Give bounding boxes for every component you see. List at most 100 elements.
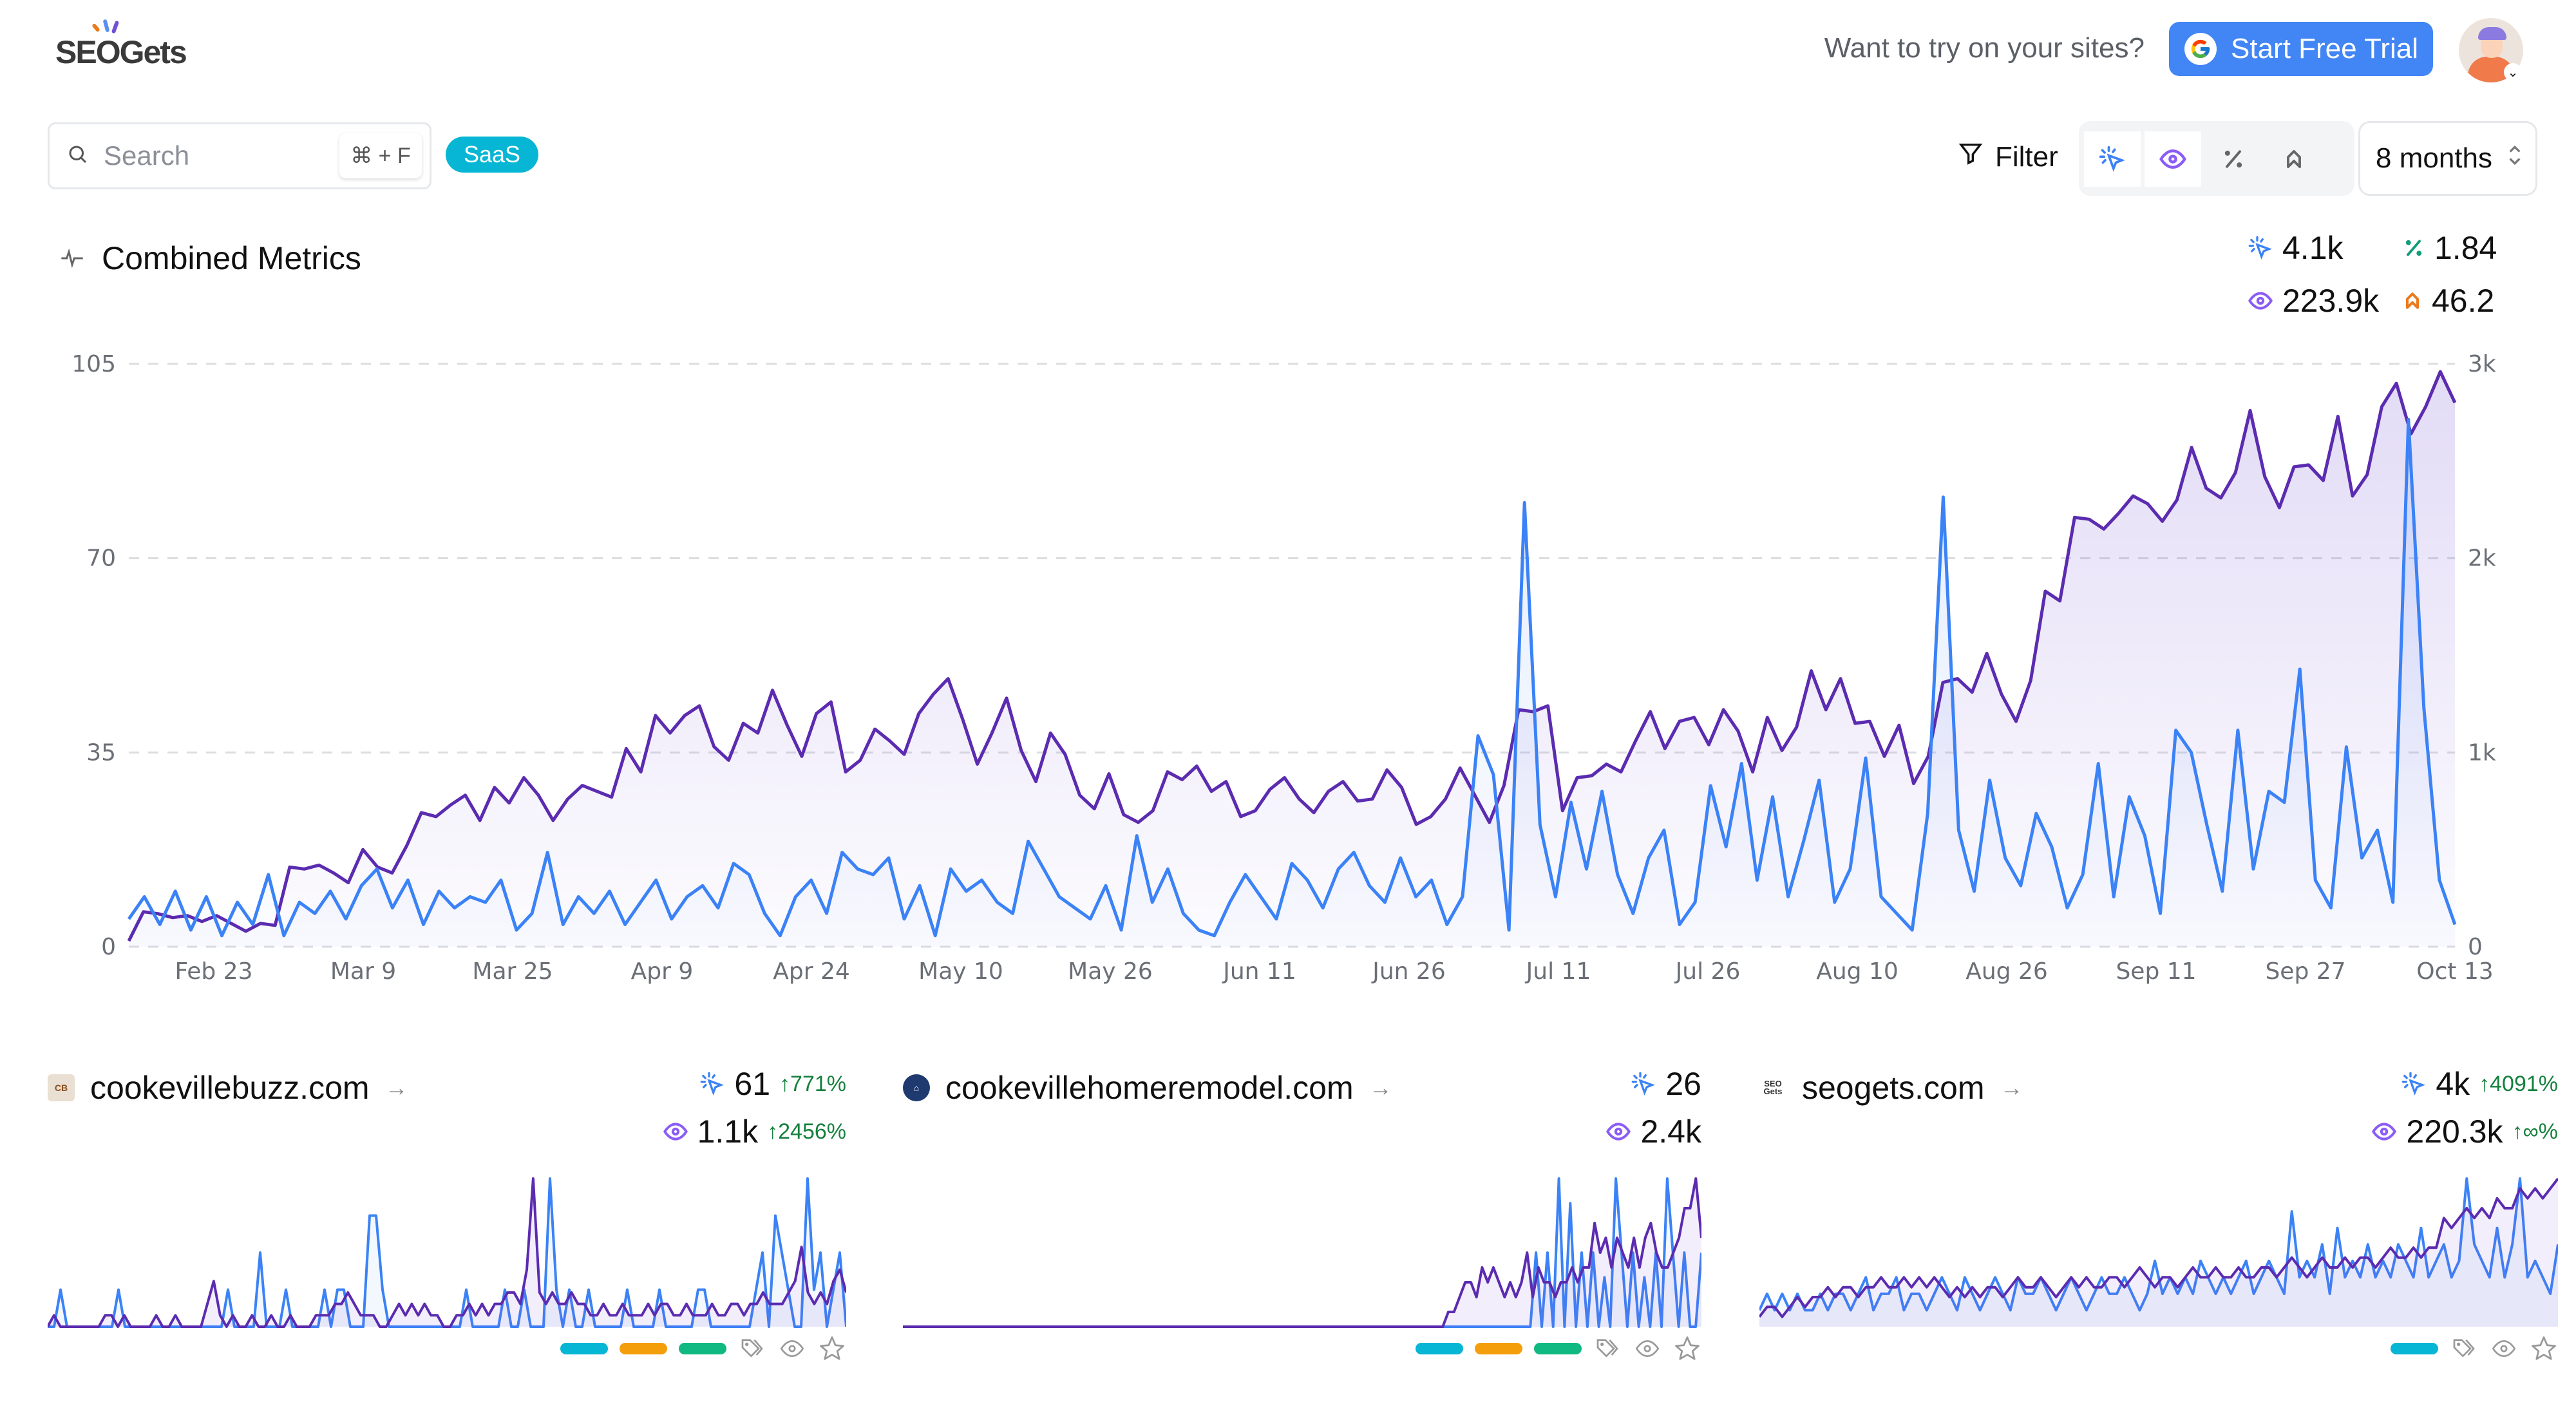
tag-pill[interactable] [1534, 1343, 1582, 1354]
pulse-icon [61, 248, 83, 269]
site-mini-chart [48, 1177, 846, 1328]
eye-icon[interactable] [2490, 1334, 2518, 1363]
start-free-trial-button[interactable]: Start Free Trial [2169, 22, 2433, 76]
y-left-tick-label: 35 [86, 739, 116, 766]
site-impressions-value: 1.1k [697, 1114, 759, 1150]
site-impressions-value: 2.4k [1640, 1114, 1701, 1150]
star-icon[interactable] [2530, 1334, 2558, 1363]
mini-impressions-line-area [1759, 1179, 2558, 1327]
y-right-tick-label: 2k [2468, 545, 2496, 572]
logo-spark-blue [102, 19, 110, 33]
x-tick-label: Aug 10 [1816, 958, 1899, 985]
stat-impressions: 223.9k [2248, 282, 2402, 319]
site-footer [560, 1334, 846, 1363]
toggle-impressions[interactable] [2145, 131, 2201, 187]
chevron-down-icon[interactable]: ⌄ [2504, 63, 2522, 81]
percent-icon [2224, 150, 2242, 168]
site-link[interactable]: ⌂ cookevillehomeremodel.com → [903, 1069, 1392, 1106]
tag-pill[interactable] [2391, 1343, 2438, 1354]
tag-pill[interactable] [1475, 1343, 1522, 1354]
site-domain: cookevillehomeremodel.com [945, 1070, 1354, 1106]
site-clicks: 61 ↑771% [699, 1065, 846, 1103]
search-placeholder: Search [104, 140, 190, 171]
chevron-up-double-icon [2406, 292, 2419, 309]
x-tick-label: Mar 25 [472, 958, 553, 985]
cursor-click-icon [2401, 1072, 2426, 1096]
stat-ctr: 1.84 [2402, 229, 2518, 267]
combined-stats: 4.1k 1.84 223.9k 46.2 [2248, 229, 2518, 319]
x-tick-label: Feb 23 [175, 958, 253, 985]
eye-icon [2159, 149, 2186, 169]
site-favicon: ⌂ [903, 1074, 930, 1101]
logo-text: SEOGets [55, 34, 187, 70]
stat-clicks-value: 4.1k [2282, 230, 2344, 266]
toggle-position[interactable] [2266, 131, 2322, 187]
site-clicks-delta: ↑771% [779, 1071, 846, 1096]
x-tick-label: Oct 13 [2416, 958, 2494, 985]
site-footer [1416, 1334, 1701, 1363]
cursor-click-icon [701, 1072, 724, 1096]
x-tick-label: Apr 9 [631, 958, 694, 985]
eye-icon[interactable] [1633, 1334, 1662, 1363]
site-link[interactable]: CB cookevillebuzz.com → [48, 1069, 408, 1106]
arrow-right-icon: → [1368, 1074, 1392, 1101]
star-icon[interactable] [818, 1334, 846, 1363]
tag-pill[interactable] [620, 1343, 667, 1354]
eye-icon [2372, 1123, 2397, 1141]
cursor-click-icon [2099, 146, 2125, 172]
seogets-logo[interactable]: SEOGets [55, 19, 204, 71]
percent-icon [2405, 240, 2422, 256]
y-left-tick-label: 0 [101, 934, 116, 960]
tag-pill[interactable] [679, 1343, 726, 1354]
x-tick-label: Mar 9 [330, 958, 396, 985]
mini-impressions-line [48, 1177, 846, 1328]
eye-icon [663, 1123, 688, 1141]
site-link[interactable]: SEO Gets seogets.com → [1759, 1069, 2023, 1106]
site-clicks: 26 [1631, 1065, 1701, 1103]
site-impressions: 2.4k [1605, 1113, 1701, 1150]
x-tick-label: Sep 11 [2116, 958, 2196, 985]
site-favicon: SEO Gets [1759, 1074, 1786, 1101]
chevron-up-down-icon [2506, 141, 2523, 176]
site-clicks-delta: ↑4091% [2479, 1071, 2558, 1096]
star-icon[interactable] [1673, 1334, 1701, 1363]
x-tick-label: Jul 11 [1525, 958, 1591, 985]
cursor-click-icon [1632, 1072, 1656, 1096]
stat-clicks: 4.1k [2248, 229, 2402, 267]
site-impressions-delta: ↑2456% [767, 1119, 846, 1144]
mini-clicks-line-area [48, 1179, 846, 1327]
stat-impressions-value: 223.9k [2282, 283, 2380, 319]
tag-pill[interactable] [1416, 1343, 1463, 1354]
y-left-tick-label: 70 [86, 545, 116, 572]
filter-button[interactable]: Filter [1958, 139, 2058, 175]
site-card: SEO Gets seogets.com → 4k ↑4091% 220.3k ↑… [1759, 1050, 2558, 1385]
site-mini-chart [903, 1177, 1701, 1328]
avatar-cap [2478, 27, 2506, 40]
tag-saas[interactable]: SaaS [446, 137, 539, 173]
x-tick-label: Jul 26 [1674, 958, 1741, 985]
site-card: CB cookevillebuzz.com → 61 ↑771% 1.1k ↑2… [48, 1050, 846, 1385]
tags-icon[interactable] [1593, 1334, 1622, 1363]
toggle-ctr[interactable] [2205, 131, 2262, 187]
site-impressions: 1.1k ↑2456% [663, 1113, 846, 1150]
combined-metrics-chart[interactable]: 0 0 35 1k 70 2k 105 3k Feb 23 Mar 9 Mar 25 Apr 9 Apr… [0, 335, 2576, 1005]
y-right-tick-label: 1k [2468, 739, 2496, 766]
site-impressions: 220.3k ↑∞% [2371, 1113, 2558, 1150]
tags-icon[interactable] [2450, 1334, 2478, 1363]
stat-position: 46.2 [2402, 282, 2518, 319]
metric-toggle-group [2079, 121, 2354, 196]
site-domain: seogets.com [1802, 1070, 1985, 1106]
logo-spark-purple [111, 20, 120, 34]
search-shortcut: ⌘ + F [339, 133, 422, 178]
date-range-select[interactable]: 8 months [2358, 121, 2537, 196]
search-input[interactable]: Search ⌘ + F [48, 122, 431, 189]
mini-impressions-line-area [48, 1179, 846, 1327]
site-mini-chart [1759, 1177, 2558, 1327]
tag-pill[interactable] [560, 1343, 608, 1354]
stat-position-value: 46.2 [2432, 283, 2495, 319]
eye-icon[interactable] [778, 1334, 806, 1363]
site-clicks-value: 26 [1665, 1066, 1701, 1102]
eye-icon [1606, 1123, 1631, 1141]
tags-icon[interactable] [738, 1334, 766, 1363]
toggle-clicks[interactable] [2084, 131, 2141, 187]
